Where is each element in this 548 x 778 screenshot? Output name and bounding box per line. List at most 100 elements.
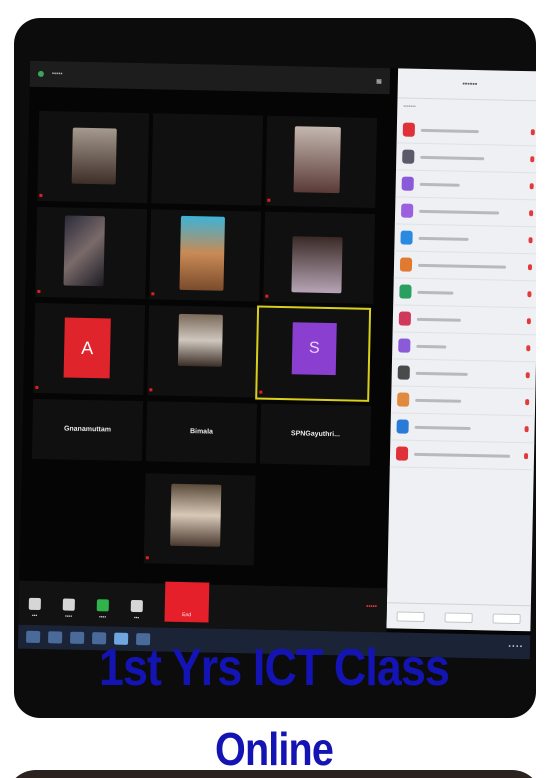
participant-name (151, 291, 156, 297)
share-screen-icon (96, 599, 109, 612)
mute-all-button[interactable] (444, 612, 473, 623)
active-speaker-tile[interactable]: S (255, 305, 372, 402)
participant-avatar (398, 338, 411, 353)
participant-video (291, 236, 343, 294)
system-tray: ▪ ▪ ▪ ▪ (508, 643, 523, 651)
participant-avatar (397, 365, 410, 380)
participant-avatar (402, 149, 415, 164)
participant-row[interactable] (392, 305, 536, 336)
end-meeting-link[interactable]: ▪▪▪▪▪ (366, 604, 377, 610)
participant-name (265, 294, 270, 300)
participant-tile[interactable]: Gnanamuttam (31, 398, 144, 462)
mic-muted-icon (526, 318, 531, 325)
invite-button[interactable] (396, 611, 425, 622)
mic-muted-icon (529, 210, 534, 217)
participant-tile[interactable] (35, 206, 148, 300)
participant-name (267, 198, 272, 204)
participant-tile[interactable] (37, 110, 150, 204)
participant-tile[interactable]: A (33, 302, 146, 396)
mic-muted-icon (526, 345, 531, 352)
end-call-label: End (182, 612, 192, 619)
participant-avatar (397, 392, 410, 407)
mute-icon (28, 597, 41, 611)
end-call-button[interactable]: End (164, 581, 210, 623)
participant-row[interactable] (389, 440, 535, 471)
participant-name (149, 387, 154, 393)
mic-muted-icon (523, 453, 529, 460)
meeting-toolbar: ▪▪▪ ▪▪▪▪ ▪▪▪▪ ▪▪▪ End ▪▪▪▪▪ (18, 580, 388, 633)
panel-footer (386, 602, 531, 632)
window-title-blur: ▪▪▪▪▪ (51, 71, 63, 78)
mic-muted-icon (529, 183, 534, 190)
participant-avatar (395, 446, 409, 461)
participant-video (71, 127, 117, 185)
participant-row[interactable] (390, 413, 535, 444)
participant-row[interactable] (395, 143, 536, 174)
participant-avatar (396, 419, 409, 434)
participant-name (35, 385, 40, 391)
participant-avatar (401, 176, 414, 191)
participant-tile[interactable] (147, 305, 260, 398)
view-toggle[interactable]: ▦ (376, 77, 382, 84)
participant-avatar (399, 257, 413, 272)
caption-line-2: Online (215, 723, 334, 775)
participant-tile[interactable] (151, 113, 264, 206)
monitor-screen: ▪▪▪▪▪ ▦ A S Gnanamuttam Bimala SPNGayuth… (17, 60, 536, 660)
second-photo-edge (6, 770, 542, 778)
participant-row[interactable] (390, 386, 536, 417)
mute-button[interactable]: ▪▪▪ (28, 597, 41, 619)
participant-row[interactable] (394, 224, 536, 255)
participant-tile[interactable] (149, 209, 262, 302)
participant-row[interactable] (393, 251, 536, 282)
participant-avatar (399, 284, 412, 299)
participant-video (170, 483, 222, 547)
mic-muted-icon (525, 372, 530, 379)
panel-title: ▪▪▪▪▪▪ (397, 68, 536, 102)
participant-tile[interactable]: Bimala (145, 401, 258, 464)
participant-name: Bimala (189, 428, 214, 437)
participant-row[interactable] (391, 359, 536, 390)
mic-muted-icon (527, 291, 532, 298)
participant-row[interactable] (395, 170, 536, 201)
mic-muted-icon (524, 426, 529, 433)
caption-line-1: 1st Yrs ICT Class (99, 639, 450, 697)
participant-name: SPNGayuthri... (290, 430, 341, 439)
share-screen-button[interactable]: ▪▪▪▪ (96, 599, 109, 620)
meeting-topbar: ▪▪▪▪▪ ▦ (29, 60, 391, 95)
photo-content: ▪▪▪▪▪ ▦ A S Gnanamuttam Bimala SPNGayuth… (14, 18, 536, 718)
participant-avatar (398, 311, 412, 326)
participant-name: Gnanamuttam (63, 425, 112, 434)
avatar-letter-s: S (291, 322, 337, 376)
participant-video (179, 215, 225, 291)
participant-row[interactable] (394, 197, 536, 228)
participant-avatar (401, 203, 414, 218)
avatar-letter-a: A (63, 317, 111, 379)
participant-video (177, 313, 223, 367)
participant-avatar (400, 230, 413, 245)
photo-frame: ▪▪▪▪▪ ▦ A S Gnanamuttam Bimala SPNGayuth… (6, 6, 542, 722)
record-icon (130, 599, 143, 613)
participant-video (63, 215, 105, 287)
record-button[interactable]: ▪▪▪ (130, 599, 143, 621)
mic-muted-icon (528, 237, 533, 244)
participant-row[interactable] (396, 116, 536, 147)
participants-button[interactable]: ▪▪▪▪ (62, 598, 75, 620)
participant-name (259, 390, 264, 396)
participant-video (293, 126, 341, 194)
mic-muted-icon (527, 264, 533, 271)
participant-tile[interactable] (143, 473, 256, 566)
mic-muted-icon (525, 399, 530, 406)
participant-tile[interactable] (263, 211, 376, 304)
participant-tile[interactable]: SPNGayuthri... (259, 403, 372, 466)
participants-panel: ▪▪▪▪▪▪ ▪▪▪▪▪▪▪ (386, 68, 536, 632)
participants-icon (62, 598, 75, 611)
participant-tile[interactable] (265, 115, 378, 208)
participant-row[interactable] (392, 332, 536, 363)
mic-muted-icon (530, 129, 535, 136)
participant-name (39, 193, 44, 199)
participant-name-placeholder (152, 153, 262, 155)
more-button[interactable] (492, 613, 521, 624)
participant-row[interactable] (393, 278, 536, 309)
mic-muted-icon (530, 156, 535, 163)
participant-name (146, 555, 151, 561)
